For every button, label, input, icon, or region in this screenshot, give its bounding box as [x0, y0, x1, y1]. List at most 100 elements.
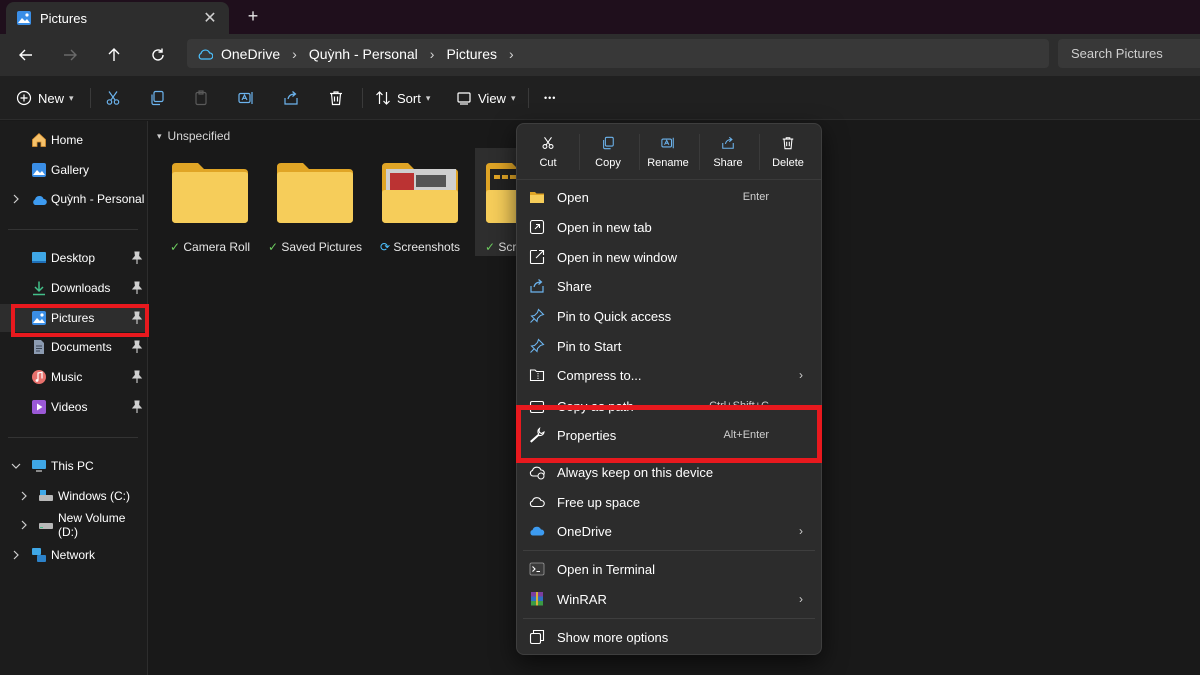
menu-item-pin-start[interactable]: Pin to Start: [517, 331, 821, 361]
menu-item-open-terminal[interactable]: Open in Terminal: [517, 554, 821, 584]
view-label: View: [478, 90, 506, 106]
forward-button[interactable]: [58, 43, 82, 67]
folder-item-selected[interactable]: ✓ Scr: [475, 148, 517, 256]
pin-icon[interactable]: [131, 281, 143, 295]
sidebar-item-this-pc[interactable]: This PC: [0, 452, 148, 480]
menu-item-open-new-window[interactable]: Open in new window: [517, 242, 821, 272]
folder-item[interactable]: ✓ Camera Roll: [160, 157, 260, 259]
new-button[interactable]: New ▾: [16, 86, 74, 110]
breadcrumb-pictures[interactable]: Pictures: [446, 46, 497, 62]
folder-icon: [277, 163, 353, 223]
chevron-right-icon[interactable]: ›: [292, 46, 297, 62]
breadcrumb-personal[interactable]: Quỳnh - Personal: [309, 46, 418, 62]
sort-icon: [376, 91, 390, 105]
refresh-button[interactable]: [146, 43, 170, 67]
chevron-down-icon: ▾: [510, 92, 516, 103]
view-button[interactable]: View ▾: [456, 86, 515, 110]
new-tab-button[interactable]: +: [243, 6, 263, 26]
menu-item-keep-on-device[interactable]: Always keep on this device: [517, 457, 821, 487]
sidebar-item-documents[interactable]: Documents: [0, 333, 148, 361]
menu-item-share[interactable]: Share: [517, 271, 821, 301]
download-icon: [33, 281, 45, 296]
sidebar-item-gallery[interactable]: Gallery: [0, 156, 148, 184]
up-button[interactable]: [102, 43, 126, 67]
group-header[interactable]: ▾ Unspecified: [157, 129, 230, 143]
sidebar-item-label: Videos: [51, 400, 88, 414]
menu-item-pin-quick-access[interactable]: Pin to Quick access: [517, 301, 821, 331]
menu-item-free-up-space[interactable]: Free up space: [517, 487, 821, 517]
pin-icon[interactable]: [131, 340, 143, 354]
back-button[interactable]: [14, 43, 38, 67]
menu-item-open-new-tab[interactable]: Open in new tab: [517, 212, 821, 242]
chevron-right-icon[interactable]: ›: [430, 46, 435, 62]
sidebar-item-network[interactable]: Network: [0, 541, 148, 569]
folder-item[interactable]: ✓ Saved Pictures: [265, 157, 365, 259]
rename-button[interactable]: [238, 86, 254, 110]
group-label: Unspecified: [167, 129, 231, 143]
navigation-pane: Home Gallery Quỳnh - Personal Desktop Do…: [0, 121, 149, 675]
menu-item-show-more-options[interactable]: Show more options: [517, 622, 821, 652]
address-field[interactable]: OneDrive › Quỳnh - Personal › Pictures ›: [187, 39, 1049, 68]
chevron-right-icon[interactable]: [11, 550, 21, 560]
delete-action[interactable]: Delete: [760, 132, 816, 174]
folder-item[interactable]: ⟳ Screenshots: [370, 157, 470, 259]
tab-pictures[interactable]: Pictures ✕: [6, 2, 229, 34]
paste-icon: [195, 90, 207, 106]
pin-icon[interactable]: [131, 251, 143, 265]
pin-icon[interactable]: [131, 370, 143, 384]
folder-label: ⟳ Screenshots: [379, 240, 461, 254]
sidebar-item-downloads[interactable]: Downloads: [0, 274, 148, 302]
sidebar-item-music[interactable]: Music: [0, 363, 148, 391]
onedrive-cloud-icon: [530, 526, 545, 536]
new-tab-icon: [529, 219, 545, 235]
rename-action[interactable]: Rename: [640, 132, 696, 174]
onedrive-cloud-icon: [198, 48, 213, 60]
breadcrumb-onedrive[interactable]: OneDrive: [221, 46, 280, 62]
properties-highlight-box: [516, 405, 822, 463]
search-input[interactable]: Search Pictures: [1058, 39, 1200, 68]
share-action[interactable]: Share: [700, 132, 756, 174]
network-icon: [32, 548, 46, 562]
pin-icon[interactable]: [131, 400, 143, 414]
close-tab-icon[interactable]: ✕: [201, 8, 219, 28]
cut-button[interactable]: [105, 86, 121, 110]
arrow-right-icon: [64, 49, 77, 61]
copy-action[interactable]: Copy: [580, 132, 636, 174]
sidebar-item-videos[interactable]: Videos: [0, 393, 148, 421]
chevron-right-icon[interactable]: [19, 491, 29, 501]
paste-button[interactable]: [193, 86, 209, 110]
address-bar-row: OneDrive › Quỳnh - Personal › Pictures ›…: [0, 34, 1200, 76]
share-button[interactable]: [283, 86, 299, 110]
quick-actions-row: Cut Copy Rename Share Delete: [517, 124, 821, 180]
sidebar-item-drive-c[interactable]: Windows (C:): [0, 482, 148, 510]
more-options-button[interactable]: •••: [544, 86, 556, 110]
sort-button[interactable]: Sort ▾: [375, 86, 430, 110]
menu-item-onedrive[interactable]: OneDrive ›: [517, 516, 821, 546]
sidebar-item-drive-d[interactable]: New Volume (D:): [0, 511, 148, 539]
delete-button[interactable]: [328, 86, 344, 110]
zip-folder-icon: [529, 369, 545, 382]
chevron-down-icon[interactable]: [11, 461, 21, 471]
sidebar-item-onedrive-personal[interactable]: Quỳnh - Personal: [0, 185, 148, 213]
videos-icon: [32, 400, 46, 414]
sidebar-item-desktop[interactable]: Desktop: [0, 244, 148, 272]
menu-item-open[interactable]: Open Enter: [517, 182, 821, 212]
chevron-right-icon: ›: [799, 592, 803, 606]
chevron-right-icon[interactable]: [19, 520, 29, 530]
chevron-right-icon[interactable]: ›: [509, 46, 514, 62]
sidebar-item-label: Desktop: [51, 251, 96, 265]
drive-icon: [39, 490, 53, 501]
toolbar-divider: [90, 88, 91, 108]
onedrive-cloud-icon: [33, 196, 47, 205]
arrow-left-icon: [19, 49, 32, 61]
sidebar-item-home[interactable]: Home: [0, 126, 148, 154]
cut-action[interactable]: Cut: [520, 132, 576, 174]
menu-item-winrar[interactable]: WinRAR ›: [517, 584, 821, 614]
chevron-right-icon[interactable]: [11, 194, 21, 204]
sidebar-divider: [8, 437, 138, 438]
sidebar-item-label: Network: [51, 548, 96, 562]
sidebar-item-label: Music: [51, 370, 83, 384]
copy-button[interactable]: [149, 86, 165, 110]
share-icon: [722, 136, 734, 149]
menu-item-compress[interactable]: Compress to... ›: [517, 360, 821, 390]
